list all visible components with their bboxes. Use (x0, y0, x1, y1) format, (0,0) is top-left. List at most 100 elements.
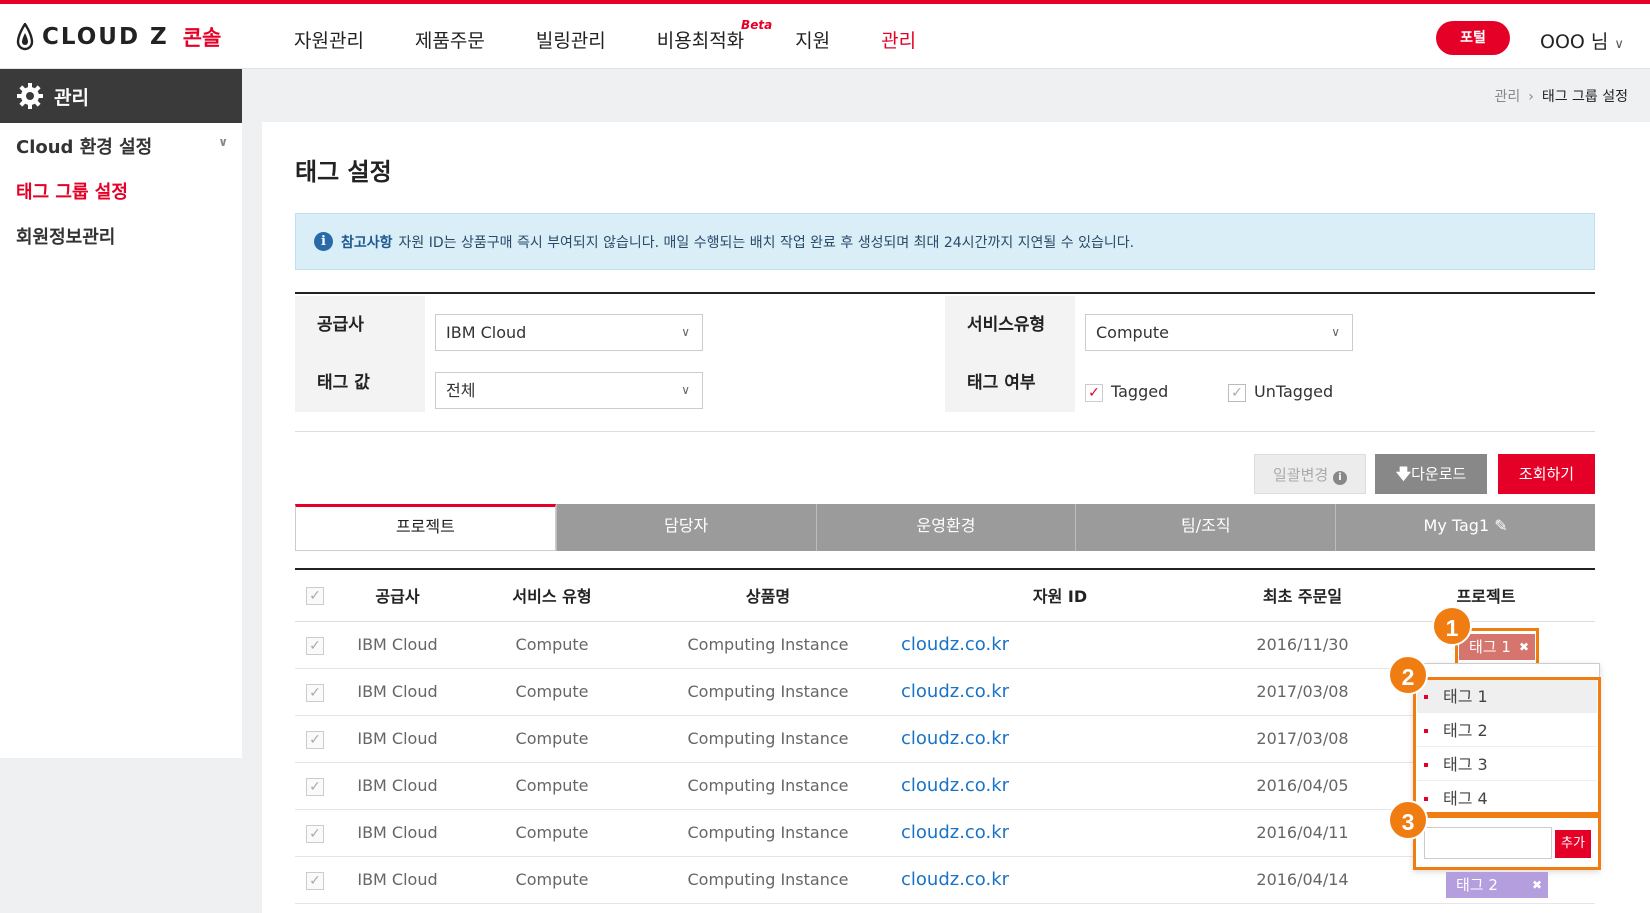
row-checkbox[interactable]: ✓ (306, 824, 324, 843)
cell-provider: IBM Cloud (335, 621, 460, 669)
checkbox-checked-icon: ✓ (1228, 383, 1246, 402)
callout-badge-3: 3 (1388, 800, 1428, 840)
row-checkbox[interactable]: ✓ (306, 871, 324, 890)
checkbox-checked-icon: ✓ (1085, 383, 1103, 402)
row-select-cell: ✓ (295, 668, 335, 716)
column-header-order-date[interactable]: 최초 주문일 (1228, 569, 1377, 622)
table-row: ✓ IBM Cloud Compute Computing Instance c… (295, 715, 1595, 763)
breadcrumb-parent[interactable]: 관리 (1494, 89, 1520, 105)
cell-date: 2016/04/05 (1228, 762, 1377, 810)
tab-project[interactable]: 프로젝트 (295, 504, 556, 551)
pencil-icon[interactable]: ✎ (1494, 516, 1507, 535)
sidebar-item-cloud-env[interactable]: Cloud 환경 설정 ∨ (0, 123, 242, 168)
tagged-label: 태그 여부 (945, 354, 1075, 412)
cell-service: Compute (460, 856, 644, 904)
cell-provider: IBM Cloud (335, 715, 460, 763)
tab-team[interactable]: 팀/조직 (1075, 504, 1336, 551)
nav-item-admin[interactable]: 관리 (881, 26, 916, 53)
beta-badge: Beta (741, 18, 773, 32)
row-checkbox[interactable]: ✓ (306, 636, 324, 655)
chevron-down-icon: ∨ (681, 325, 690, 339)
untagged-checkbox[interactable]: ✓ UnTagged (1228, 382, 1333, 402)
download-button[interactable]: 🡇다운로드 (1375, 454, 1487, 494)
cell-date: 2017/03/08 (1228, 668, 1377, 716)
nav-item-support[interactable]: 지원 (795, 26, 830, 53)
resource-table: ✓ 공급사 서비스 유형 상품명 자원 ID 최초 주문일 프로젝트 ✓ IBM… (295, 568, 1595, 904)
cell-product: Computing Instance (644, 621, 892, 669)
provider-select[interactable]: IBM Cloud ∨ (435, 314, 703, 351)
chevron-down-icon: ∨ (1331, 325, 1340, 339)
cell-date: 2016/04/11 (1228, 809, 1377, 857)
breadcrumb-separator: › (1528, 89, 1534, 105)
cell-product: Computing Instance (644, 668, 892, 716)
cell-service: Compute (460, 715, 644, 763)
sidebar-title: 관리 (54, 86, 89, 109)
row-select-cell: ✓ (295, 809, 335, 857)
cell-date: 2017/03/08 (1228, 715, 1377, 763)
table-header-row: ✓ 공급사 서비스 유형 상품명 자원 ID 최초 주문일 프로젝트 (295, 569, 1595, 622)
tagged-checkbox[interactable]: ✓ Tagged (1085, 382, 1168, 402)
gear-icon (17, 83, 43, 109)
row-checkbox[interactable]: ✓ (306, 730, 324, 749)
row-select-cell: ✓ (295, 621, 335, 669)
column-header-resource-id[interactable]: 자원 ID (892, 569, 1228, 622)
portal-button[interactable]: 포털 (1436, 21, 1510, 55)
tag-value-select[interactable]: 전체 ∨ (435, 372, 703, 409)
sidebar: 관리 Cloud 환경 설정 ∨ 태그 그룹 설정 회원정보관리 (0, 69, 242, 758)
cell-resource-link[interactable]: cloudz.co.kr (892, 762, 1228, 810)
cell-resource-link[interactable]: cloudz.co.kr (892, 621, 1228, 669)
logo-drop-icon (16, 23, 34, 51)
chevron-down-icon: ∨ (681, 383, 690, 397)
main-nav: 자원관리 제품주문 빌링관리 비용최적화 Beta 지원 관리 (294, 18, 967, 53)
breadcrumb-current: 태그 그룹 설정 (1541, 89, 1628, 105)
nav-item-cost-optimization[interactable]: 비용최적화 Beta (657, 18, 772, 53)
row-checkbox[interactable]: ✓ (306, 777, 324, 796)
cell-provider: IBM Cloud (335, 762, 460, 810)
user-menu[interactable]: OOO 님 ∨ (1540, 27, 1624, 54)
column-header-provider[interactable]: 공급사 (335, 569, 460, 622)
column-header-product[interactable]: 상품명 (644, 569, 892, 622)
cell-product: Computing Instance (644, 809, 892, 857)
tab-environment[interactable]: 운영환경 (815, 504, 1076, 551)
tab-owner[interactable]: 담당자 (555, 504, 816, 551)
tab-my-tag-label: My Tag1 (1423, 516, 1490, 535)
service-select[interactable]: Compute ∨ (1085, 314, 1353, 351)
sidebar-item-member-info[interactable]: 회원정보관리 (0, 213, 242, 258)
column-header-service[interactable]: 서비스 유형 (460, 569, 644, 622)
select-all-checkbox[interactable]: ✓ (306, 587, 324, 606)
sidebar-header: 관리 (0, 69, 242, 123)
nav-item-billing[interactable]: 빌링관리 (536, 26, 606, 53)
row-checkbox[interactable]: ✓ (306, 683, 324, 702)
cell-resource-link[interactable]: cloudz.co.kr (892, 856, 1228, 904)
nav-item-resources[interactable]: 자원관리 (294, 26, 364, 53)
cell-service: Compute (460, 762, 644, 810)
logo[interactable]: CLOUD Z 콘솔 (16, 22, 221, 52)
tab-my-tag[interactable]: My Tag1 ✎ (1335, 504, 1595, 551)
chevron-down-icon: ∨ (1614, 37, 1624, 52)
callout-frame-3 (1413, 815, 1601, 870)
cell-resource-link[interactable]: cloudz.co.kr (892, 715, 1228, 763)
download-label: 다운로드 (1411, 465, 1467, 483)
project-tag-chip[interactable]: 태그 2 ✖ (1446, 872, 1548, 898)
remove-tag-icon[interactable]: ✖ (1532, 872, 1542, 898)
filter-panel: 공급사 IBM Cloud ∨ 서비스유형 Compute ∨ 태그 값 전체 … (295, 292, 1595, 432)
column-header-project[interactable]: 프로젝트 (1377, 569, 1595, 622)
callout-badge-1: 1 (1432, 606, 1472, 646)
info-icon: i (314, 232, 333, 251)
sidebar-item-label: 태그 그룹 설정 (16, 181, 128, 203)
cell-date: 2016/04/14 (1228, 856, 1377, 904)
cell-provider: IBM Cloud (335, 668, 460, 716)
cell-service: Compute (460, 621, 644, 669)
user-name: OOO 님 (1540, 31, 1609, 53)
nav-item-orders[interactable]: 제품주문 (415, 26, 485, 53)
select-all-cell: ✓ (295, 569, 335, 622)
cell-service: Compute (460, 809, 644, 857)
search-button[interactable]: 조회하기 (1498, 454, 1595, 494)
bulk-change-button[interactable]: 일괄변경 i (1254, 454, 1366, 494)
sidebar-item-tag-group[interactable]: 태그 그룹 설정 (0, 168, 242, 213)
cell-service: Compute (460, 668, 644, 716)
cell-provider: IBM Cloud (335, 856, 460, 904)
cell-resource-link[interactable]: cloudz.co.kr (892, 809, 1228, 857)
cell-resource-link[interactable]: cloudz.co.kr (892, 668, 1228, 716)
cell-product: Computing Instance (644, 715, 892, 763)
